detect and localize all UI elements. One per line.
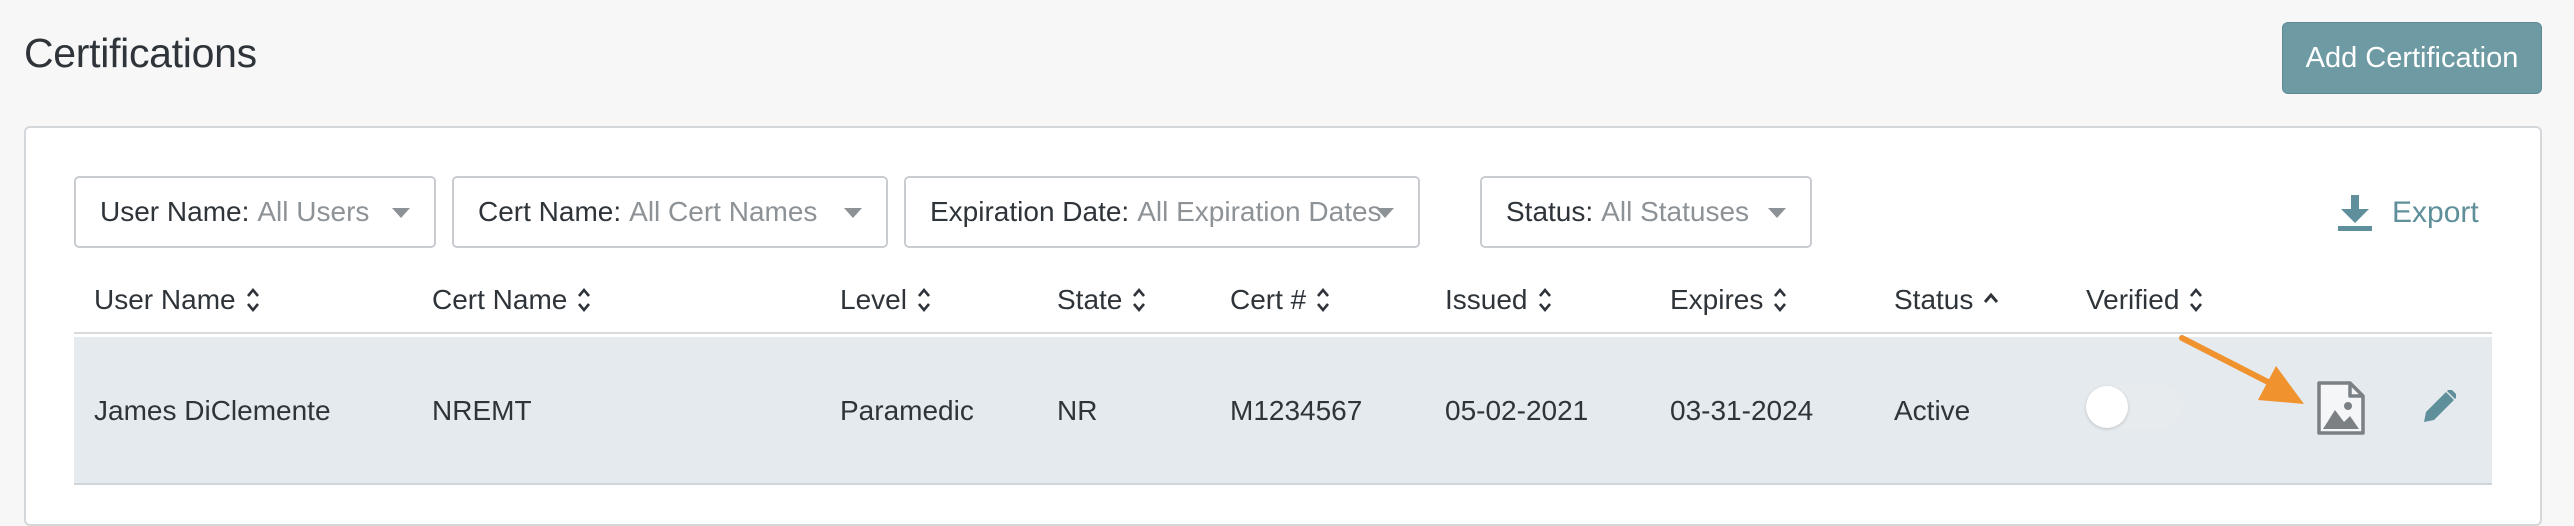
filter-value: All Statuses bbox=[1601, 196, 1750, 227]
cell-status: Active bbox=[1894, 395, 1971, 426]
filter-label: Status: bbox=[1506, 196, 1594, 227]
view-image-button[interactable] bbox=[2316, 380, 2366, 441]
cell-cert-number: M1234567 bbox=[1230, 395, 1363, 426]
column-label: Expires bbox=[1670, 284, 1764, 315]
column-header-cert-name[interactable]: Cert Name bbox=[432, 282, 591, 318]
page-title: Certifications bbox=[24, 30, 257, 76]
verified-toggle[interactable] bbox=[2086, 385, 2182, 429]
column-label: Status bbox=[1894, 284, 1974, 315]
sort-icon bbox=[2190, 287, 2203, 313]
edit-button[interactable] bbox=[2422, 388, 2458, 429]
cell-issued: 05-02-2021 bbox=[1445, 395, 1589, 426]
column-label: Cert # bbox=[1230, 284, 1307, 315]
header-divider bbox=[74, 332, 2492, 334]
filter-label: Cert Name: bbox=[478, 196, 622, 227]
filter-value: All Cert Names bbox=[629, 196, 818, 227]
filter-value: All Expiration Dates bbox=[1137, 196, 1382, 227]
sort-icon bbox=[917, 287, 930, 313]
filter-label: User Name: bbox=[100, 196, 250, 227]
download-icon bbox=[2338, 195, 2372, 231]
column-header-state[interactable]: State bbox=[1057, 282, 1146, 318]
column-label: Cert Name bbox=[432, 284, 568, 315]
cell-cert-name: NREMT bbox=[432, 395, 532, 426]
column-label: State bbox=[1057, 284, 1123, 315]
caret-down-icon bbox=[1376, 208, 1394, 218]
add-certification-button[interactable]: Add Certification bbox=[2282, 22, 2542, 94]
column-header-issued[interactable]: Issued bbox=[1445, 282, 1552, 318]
user-name-filter[interactable]: User Name: All Users bbox=[74, 176, 436, 248]
expiration-date-filter[interactable]: Expiration Date: All Expiration Dates bbox=[904, 176, 1420, 248]
status-filter[interactable]: Status: All Statuses bbox=[1480, 176, 1812, 248]
caret-down-icon bbox=[1768, 208, 1786, 218]
pencil-icon bbox=[2424, 390, 2456, 422]
export-button[interactable]: Export bbox=[2338, 188, 2479, 238]
filter-value: All Users bbox=[257, 196, 370, 227]
annotation-arrow-icon bbox=[2179, 335, 2304, 404]
sort-icon bbox=[1538, 287, 1551, 313]
cell-state: NR bbox=[1057, 395, 1098, 426]
column-label: Issued bbox=[1445, 284, 1528, 315]
column-label: User Name bbox=[94, 284, 236, 315]
caret-down-icon bbox=[844, 208, 862, 218]
cell-user-name: James DiClemente bbox=[94, 395, 331, 426]
cell-expires: 03-31-2024 bbox=[1670, 395, 1814, 426]
column-header-user-name[interactable]: User Name bbox=[94, 282, 260, 318]
sort-icon bbox=[1774, 287, 1787, 313]
column-header-expires[interactable]: Expires bbox=[1670, 282, 1787, 318]
toggle-knob bbox=[2086, 386, 2128, 428]
sort-icon bbox=[1133, 287, 1146, 313]
sort-ascending-icon bbox=[1984, 292, 1999, 303]
sort-icon bbox=[246, 287, 259, 313]
column-label: Verified bbox=[2086, 284, 2180, 315]
sort-icon bbox=[578, 287, 591, 313]
column-header-cert-number[interactable]: Cert # bbox=[1230, 282, 1330, 318]
cell-level: Paramedic bbox=[840, 395, 974, 426]
column-header-level[interactable]: Level bbox=[840, 282, 931, 318]
image-icon bbox=[2317, 381, 2365, 435]
column-header-verified[interactable]: Verified bbox=[2086, 282, 2203, 318]
filter-label: Expiration Date: bbox=[930, 196, 1130, 227]
caret-down-icon bbox=[392, 208, 410, 218]
column-label: Level bbox=[840, 284, 907, 315]
cert-name-filter[interactable]: Cert Name: All Cert Names bbox=[452, 176, 888, 248]
column-header-status[interactable]: Status bbox=[1894, 282, 1999, 318]
sort-icon bbox=[1317, 287, 1330, 313]
export-label: Export bbox=[2392, 196, 2479, 229]
